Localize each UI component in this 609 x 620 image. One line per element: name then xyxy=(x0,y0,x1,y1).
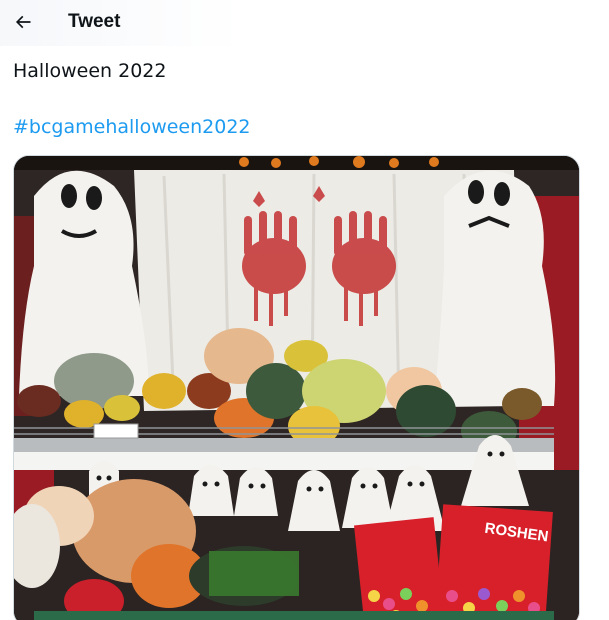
tweet-photo[interactable]: ROSHEN xyxy=(13,155,580,620)
back-button[interactable] xyxy=(6,5,40,39)
tweet-page: Tweet Halloween 2022 #bcgamehalloween202… xyxy=(0,0,609,620)
page-title: Tweet xyxy=(68,11,121,32)
tweet-text: Halloween 2022 xyxy=(13,60,167,82)
arrow-left-icon xyxy=(15,15,31,29)
halloween-display-image: ROSHEN xyxy=(14,156,579,620)
tweet-header: Tweet xyxy=(0,0,609,46)
hashtag-link[interactable]: #bcgamehalloween2022 xyxy=(13,116,251,138)
